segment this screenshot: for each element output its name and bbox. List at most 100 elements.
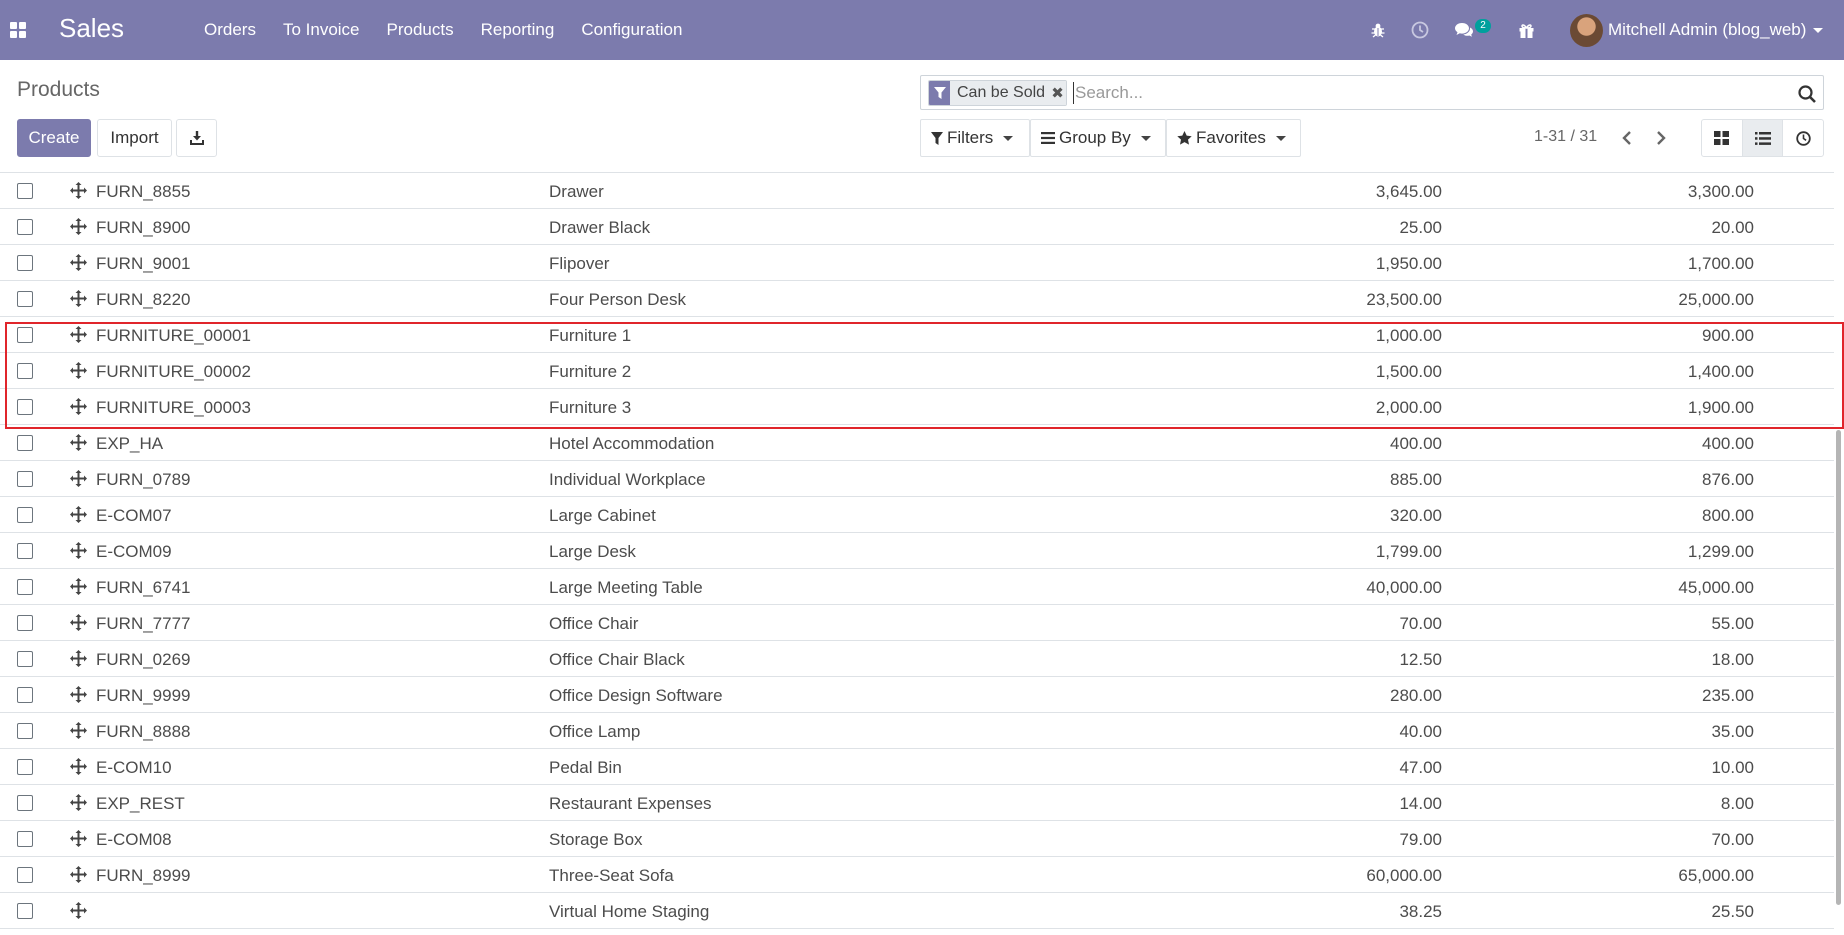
drag-handle-icon[interactable] [70, 506, 87, 523]
facet-remove-icon[interactable]: ✖ [1049, 81, 1067, 105]
table-row[interactable]: FURN_6741 Large Meeting Table 40,000.00 45,… [0, 569, 1834, 605]
user-menu-name[interactable]: Mitchell Admin (blog_web) [1608, 20, 1806, 40]
list-view-icon[interactable] [1742, 120, 1784, 156]
menu-to-invoice[interactable]: To Invoice [283, 20, 360, 40]
menu-orders[interactable]: Orders [204, 20, 256, 40]
pager-value[interactable]: 1-31 / 31 [1534, 128, 1597, 146]
filters-dropdown[interactable]: Filters [920, 119, 1030, 157]
table-row[interactable]: FURN_8855 Drawer 3,645.00 3,300.00 [0, 173, 1834, 209]
row-checkbox[interactable] [17, 327, 33, 343]
search-input[interactable] [1073, 82, 1673, 104]
user-avatar[interactable] [1570, 14, 1603, 47]
row-checkbox[interactable] [17, 471, 33, 487]
drag-handle-icon[interactable] [70, 254, 87, 271]
row-checkbox[interactable] [17, 255, 33, 271]
internal-reference: E-COM10 [96, 758, 172, 777]
row-checkbox[interactable] [17, 903, 33, 919]
search-magnifier-icon[interactable] [1797, 84, 1817, 104]
row-checkbox[interactable] [17, 615, 33, 631]
row-checkbox[interactable] [17, 219, 33, 235]
drag-handle-icon[interactable] [70, 398, 87, 415]
table-row[interactable]: FURNITURE_00002 Furniture 2 1,500.00 1,400.… [0, 353, 1834, 389]
menu-reporting[interactable]: Reporting [481, 20, 555, 40]
drag-handle-icon[interactable] [70, 434, 87, 451]
table-row[interactable]: FURN_0789 Individual Workplace 885.00 876.0… [0, 461, 1834, 497]
row-checkbox[interactable] [17, 543, 33, 559]
table-row[interactable]: FURN_7777 Office Chair 70.00 55.00 [0, 605, 1834, 641]
drag-handle-icon[interactable] [70, 218, 87, 235]
row-checkbox[interactable] [17, 867, 33, 883]
drag-handle-icon[interactable] [70, 686, 87, 703]
table-row[interactable]: E-COM08 Storage Box 79.00 70.00 [0, 821, 1834, 857]
user-menu-caret-icon[interactable] [1813, 28, 1823, 33]
cost: 1,400.00 [1687, 362, 1754, 381]
table-row[interactable]: FURNITURE_00003 Furniture 3 2,000.00 1,900.… [0, 389, 1834, 425]
apps-menu-icon[interactable] [10, 22, 26, 38]
row-checkbox[interactable] [17, 507, 33, 523]
drag-handle-icon[interactable] [70, 758, 87, 775]
table-row[interactable]: FURNITURE_00001 Furniture 1 1,000.00 900.00 [0, 317, 1834, 353]
debug-bug-icon[interactable] [1368, 0, 1388, 60]
favorites-dropdown[interactable]: Favorites [1166, 119, 1301, 157]
drag-handle-icon[interactable] [70, 650, 87, 667]
row-checkbox[interactable] [17, 399, 33, 415]
row-checkbox[interactable] [17, 183, 33, 199]
pager-previous-icon[interactable] [1618, 128, 1636, 148]
row-checkbox[interactable] [17, 435, 33, 451]
table-row[interactable]: FURN_0269 Office Chair Black 12.50 18.00 [0, 641, 1834, 677]
row-checkbox[interactable] [17, 579, 33, 595]
drag-handle-icon[interactable] [70, 614, 87, 631]
export-download-button[interactable] [176, 119, 217, 157]
internal-reference: EXP_REST [96, 794, 185, 813]
drag-handle-icon[interactable] [70, 182, 87, 199]
drag-handle-icon[interactable] [70, 326, 87, 343]
row-checkbox[interactable] [17, 795, 33, 811]
row-checkbox[interactable] [17, 687, 33, 703]
drag-handle-icon[interactable] [70, 794, 87, 811]
activity-clock-icon[interactable] [1410, 0, 1430, 60]
drag-handle-icon[interactable] [70, 722, 87, 739]
product-name: Hotel Accommodation [549, 434, 715, 453]
drag-handle-icon[interactable] [70, 902, 87, 919]
table-row[interactable]: E-COM07 Large Cabinet 320.00 800.00 [0, 497, 1834, 533]
row-checkbox[interactable] [17, 363, 33, 379]
create-button[interactable]: Create [17, 119, 91, 157]
drag-handle-icon[interactable] [70, 290, 87, 307]
cost: 900.00 [1702, 326, 1754, 345]
vertical-scrollbar[interactable] [1836, 430, 1841, 905]
row-checkbox[interactable] [17, 831, 33, 847]
group-by-dropdown[interactable]: Group By [1030, 119, 1166, 157]
gift-icon[interactable] [1516, 0, 1536, 60]
table-row[interactable]: FURN_9001 Flipover 1,950.00 1,700.00 [0, 245, 1834, 281]
table-row[interactable]: E-COM10 Pedal Bin 47.00 10.00 [0, 749, 1834, 785]
table-row[interactable]: EXP_HA Hotel Accommodation 400.00 400.00 [0, 425, 1834, 461]
table-row[interactable]: FURN_8888 Office Lamp 40.00 35.00 [0, 713, 1834, 749]
menu-products[interactable]: Products [387, 20, 454, 40]
row-checkbox[interactable] [17, 291, 33, 307]
table-row[interactable]: FURN_9999 Office Design Software 280.00 235… [0, 677, 1834, 713]
kanban-view-icon[interactable] [1702, 120, 1743, 156]
drag-handle-icon[interactable] [70, 578, 87, 595]
drag-handle-icon[interactable] [70, 362, 87, 379]
messages-chat-icon[interactable] [1453, 0, 1475, 60]
menu-configuration[interactable]: Configuration [581, 20, 682, 40]
table-row[interactable]: EXP_REST Restaurant Expenses 14.00 8.00 [0, 785, 1834, 821]
table-row[interactable]: Virtual Home Staging 38.25 25.50 [0, 893, 1834, 929]
row-checkbox[interactable] [17, 651, 33, 667]
app-brand[interactable]: Sales [59, 13, 124, 44]
pager-next-icon[interactable] [1652, 128, 1670, 148]
sales-price: 40.00 [1399, 722, 1442, 741]
drag-handle-icon[interactable] [70, 866, 87, 883]
row-checkbox[interactable] [17, 723, 33, 739]
activity-view-clock-icon[interactable] [1783, 120, 1823, 156]
drag-handle-icon[interactable] [70, 542, 87, 559]
table-row[interactable]: E-COM09 Large Desk 1,799.00 1,299.00 [0, 533, 1834, 569]
import-button[interactable]: Import [97, 119, 172, 157]
drag-handle-icon[interactable] [70, 470, 87, 487]
table-row[interactable]: FURN_8220 Four Person Desk 23,500.00 25,000… [0, 281, 1834, 317]
row-checkbox[interactable] [17, 759, 33, 775]
table-row[interactable]: FURN_8900 Drawer Black 25.00 20.00 [0, 209, 1834, 245]
internal-reference: EXP_HA [96, 434, 164, 453]
table-row[interactable]: FURN_8999 Three-Seat Sofa 60,000.00 65,000.… [0, 857, 1834, 893]
drag-handle-icon[interactable] [70, 830, 87, 847]
